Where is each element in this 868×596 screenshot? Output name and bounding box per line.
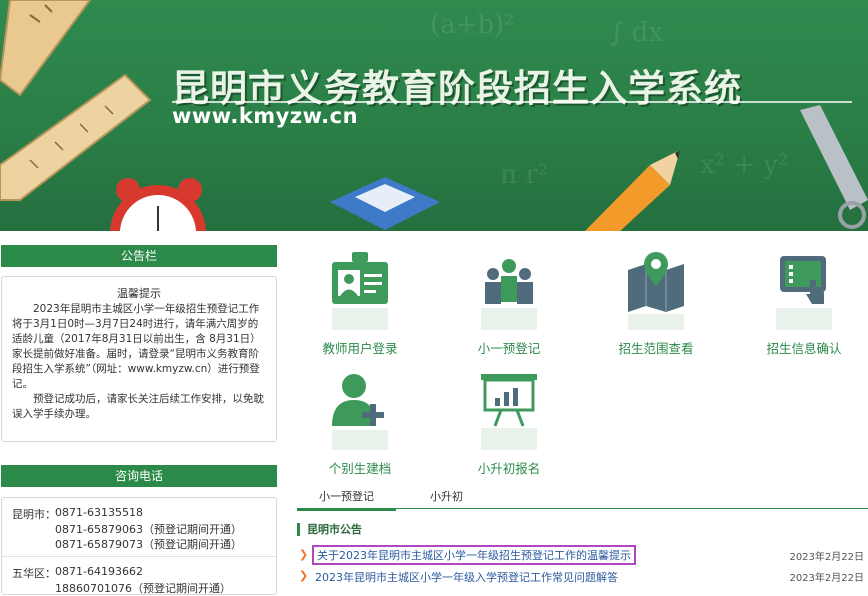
district-label: 五华区： xyxy=(12,567,56,580)
tab-grade1-preregistration[interactable]: 小一预登记 xyxy=(297,488,396,511)
tile-label: 招生信息确认 xyxy=(766,341,842,356)
notice-paragraph: 2023年昆明市主城区小学一年级招生预登记工作将于3月1日0时—3月7日24时进… xyxy=(12,303,261,390)
tile-grade1-preregistration[interactable]: 小一预登记 xyxy=(439,250,579,357)
eraser-illustration xyxy=(330,177,440,230)
news-tabs: 小一预登记 小升初 xyxy=(297,484,868,511)
list-item: ❯ 2023年昆明市主城区小学一年级入学预登记工作常见问题解答 2023年2月2… xyxy=(299,569,866,585)
list-item: ❯ 关于2023年昆明市主城区小学一年级招生预登记工作的温馨提示 2023年2月… xyxy=(299,545,866,565)
tile-junior-high-signup[interactable]: 小升初报名 xyxy=(439,370,579,477)
news-link[interactable]: 2023年昆明市主城区小学一年级入学预登记工作常见问题解答 xyxy=(315,569,618,585)
chalk-scribble: ∫ dx xyxy=(610,18,664,48)
header-banner: (a+b)² ∫ dx x² + y² π r² 昆明市义务教育阶段招生入学系统… xyxy=(0,0,868,231)
pencil-illustration xyxy=(585,150,680,231)
map-pin-icon xyxy=(628,252,684,330)
title-underline xyxy=(172,101,852,103)
news-section-title: 昆明市公告 xyxy=(297,523,362,536)
phone-number: 18860701076（预登记期间开通） xyxy=(55,582,231,595)
notice-paragraph: 预登记成功后，请家长关注后续工作安排，以免耽误入学手续办理。 xyxy=(12,393,264,420)
site-url: www.kmyzw.cn xyxy=(172,104,359,128)
chalk-scribble: (a+b)² xyxy=(430,10,515,40)
touch-screen-icon xyxy=(776,256,832,330)
tile-label: 教师用户登录 xyxy=(322,341,398,356)
notice-panel-header: 公告栏 xyxy=(1,245,277,267)
chalk-scribble: x² + y² xyxy=(700,150,789,180)
tile-label: 招生范围查看 xyxy=(618,341,694,356)
id-card-icon xyxy=(332,252,388,330)
family-icon xyxy=(481,259,537,330)
tile-teacher-login[interactable]: 教师用户登录 xyxy=(290,250,430,357)
divider xyxy=(2,556,276,557)
tab-junior-high[interactable]: 小升初 xyxy=(430,488,463,504)
tile-enrollment-range[interactable]: 招生范围查看 xyxy=(586,250,726,357)
contact-panel-header: 咨询电话 xyxy=(1,465,277,487)
news-link[interactable]: 关于2023年昆明市主城区小学一年级招生预登记工作的温馨提示 xyxy=(312,545,636,565)
scissors-illustration xyxy=(800,105,868,229)
chevron-right-icon: ❯ xyxy=(299,548,309,561)
phone-number: 0871-64193662 xyxy=(55,565,143,578)
chevron-right-icon: ❯ xyxy=(299,569,309,582)
news-date: 2023年2月22日 xyxy=(789,552,864,563)
add-user-icon xyxy=(332,374,388,450)
tile-enrollment-confirm[interactable]: 招生信息确认 xyxy=(734,250,868,357)
tile-label: 小一预登记 xyxy=(477,341,541,356)
district-label: 昆明市： xyxy=(12,508,56,521)
tile-label: 小升初报名 xyxy=(477,461,541,476)
tile-individual-archive[interactable]: 个别生建档 xyxy=(290,370,430,477)
bar-chart-board-icon xyxy=(481,374,537,450)
tile-label: 个别生建档 xyxy=(328,461,392,476)
phone-number: 0871-65879073（预登记期间开通） xyxy=(55,538,242,551)
phone-number: 0871-63135518 xyxy=(55,506,143,519)
notice-panel: 温馨提示 2023年昆明市主城区小学一年级招生预登记工作将于3月1日0时—3月7… xyxy=(1,276,277,442)
phone-number: 0871-65879063（预登记期间开通） xyxy=(55,523,242,536)
chalk-scribble: π r² xyxy=(500,160,549,190)
news-date: 2023年2月22日 xyxy=(789,573,864,584)
notice-title: 温馨提示 xyxy=(117,287,161,300)
clock-illustration xyxy=(110,178,206,231)
